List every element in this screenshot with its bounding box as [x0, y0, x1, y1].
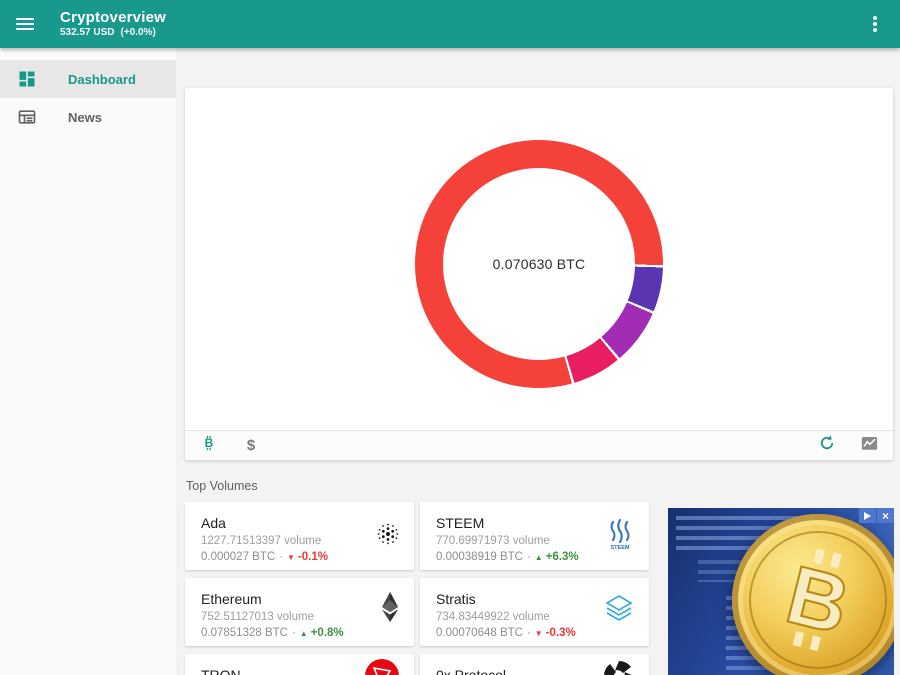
sidebar: Dashboard News: [0, 48, 176, 675]
dollar-icon: $: [247, 437, 255, 454]
svg-text:B: B: [778, 548, 858, 652]
ad-bitcoin-coin: B: [732, 514, 894, 675]
coin-price: 0.000027 BTC: [201, 551, 275, 563]
chart-toolbar: B $: [185, 430, 893, 460]
zrx-logo-icon: [603, 660, 635, 675]
coin-volume: 752.51127013 volume: [201, 611, 398, 623]
cardano-logo-icon: [376, 522, 400, 551]
volume-card-steem[interactable]: STEEM 770.69971973 volume 0.00038919 BTC…: [420, 502, 649, 570]
adchoices-button[interactable]: [859, 508, 876, 523]
coin-volume: 770.69971973 volume: [436, 535, 633, 547]
svg-text:STEEM: STEEM: [611, 545, 630, 550]
sidebar-item-news[interactable]: News: [0, 98, 176, 136]
refresh-button[interactable]: [817, 436, 837, 456]
bitcoin-symbol-icon: B: [753, 529, 883, 671]
trend-arrow-icon: ▼: [535, 629, 543, 638]
portfolio-value: 532.57 USD: [60, 27, 114, 38]
trend-change: -0.1%: [298, 551, 328, 563]
volume-card-ethereum[interactable]: Ethereum 752.51127013 volume 0.07851328 …: [185, 578, 414, 646]
donut-chart-area: 0.070630 BTC: [185, 88, 893, 430]
top-volumes-grid: Ada 1227.71513397 volume 0.000027 BTC · …: [185, 502, 650, 675]
trend-arrow-icon: ▲: [300, 629, 308, 638]
area-chart-icon: [861, 435, 878, 456]
top-volumes-heading: Top Volumes: [186, 479, 258, 493]
price-separator: ·: [292, 627, 296, 639]
kebab-menu-icon[interactable]: [866, 13, 884, 35]
steem-logo-icon: STEEM: [605, 518, 635, 555]
app-subtitle: 532.57 USD (+0.0%): [60, 27, 166, 39]
volume-card-tron[interactable]: TRON: [185, 654, 414, 675]
chart-type-button[interactable]: [859, 436, 879, 456]
trend-arrow-icon: ▲: [535, 553, 543, 562]
portfolio-card: 0.070630 BTC B $: [185, 88, 893, 460]
refresh-icon: [818, 434, 836, 457]
btc-currency-button[interactable]: B: [199, 436, 219, 456]
news-icon: [17, 107, 37, 127]
trend-badge: ▲+0.8%: [300, 627, 344, 639]
coin-volume: 1227.71513397 volume: [201, 535, 398, 547]
ad-banner[interactable]: B ×: [668, 508, 894, 675]
donut-chart: 0.070630 BTC: [415, 140, 663, 388]
volume-card-stratis[interactable]: Stratis 734.83449922 volume 0.00070648 B…: [420, 578, 649, 646]
adchoices-triangle-icon: [864, 512, 871, 520]
trend-badge: ▼-0.1%: [287, 551, 328, 563]
coin-name: Ethereum: [201, 591, 398, 607]
price-separator: ·: [279, 551, 283, 563]
portfolio-change: (+0.0%): [120, 27, 155, 38]
ad-controls: ×: [858, 508, 894, 523]
ethereum-logo-icon: [380, 591, 400, 628]
app-title: Cryptoverview: [60, 9, 166, 26]
usd-currency-button[interactable]: $: [241, 436, 261, 456]
dashboard-icon: [17, 69, 37, 89]
trend-badge: ▼-0.3%: [535, 627, 576, 639]
app-title-block: Cryptoverview 532.57 USD (+0.0%): [60, 9, 166, 39]
sidebar-item-label: Dashboard: [68, 72, 136, 87]
price-separator: ·: [527, 551, 531, 563]
donut-center-label: 0.070630 BTC: [493, 256, 586, 272]
volume-card-ada[interactable]: Ada 1227.71513397 volume 0.000027 BTC · …: [185, 502, 414, 570]
bitcoin-icon: B: [200, 434, 218, 457]
sidebar-item-label: News: [68, 110, 102, 125]
volume-card-0x-protocol[interactable]: 0x Protocol: [420, 654, 649, 675]
trend-change: +0.8%: [311, 627, 344, 639]
ad-close-button[interactable]: ×: [877, 508, 894, 523]
coin-price: 0.00070648 BTC: [436, 627, 523, 639]
stratis-logo-icon: [603, 594, 635, 629]
trend-change: -0.3%: [546, 627, 576, 639]
menu-icon[interactable]: [16, 12, 40, 36]
price-separator: ·: [527, 627, 531, 639]
coin-name: STEEM: [436, 515, 633, 531]
sidebar-item-dashboard[interactable]: Dashboard: [0, 60, 176, 98]
donut-hole: 0.070630 BTC: [443, 168, 635, 360]
ad-close-icon: ×: [882, 510, 889, 522]
coin-price: 0.07851328 BTC: [201, 627, 288, 639]
trend-change: +6.3%: [546, 551, 579, 563]
coin-price: 0.00038919 BTC: [436, 551, 523, 563]
trend-arrow-icon: ▼: [287, 553, 295, 562]
trend-badge: ▲+6.3%: [535, 551, 579, 563]
tron-logo-icon: [364, 658, 400, 675]
coin-name: Ada: [201, 515, 398, 531]
svg-text:B: B: [205, 436, 214, 450]
app-header: Cryptoverview 532.57 USD (+0.0%): [0, 0, 900, 48]
